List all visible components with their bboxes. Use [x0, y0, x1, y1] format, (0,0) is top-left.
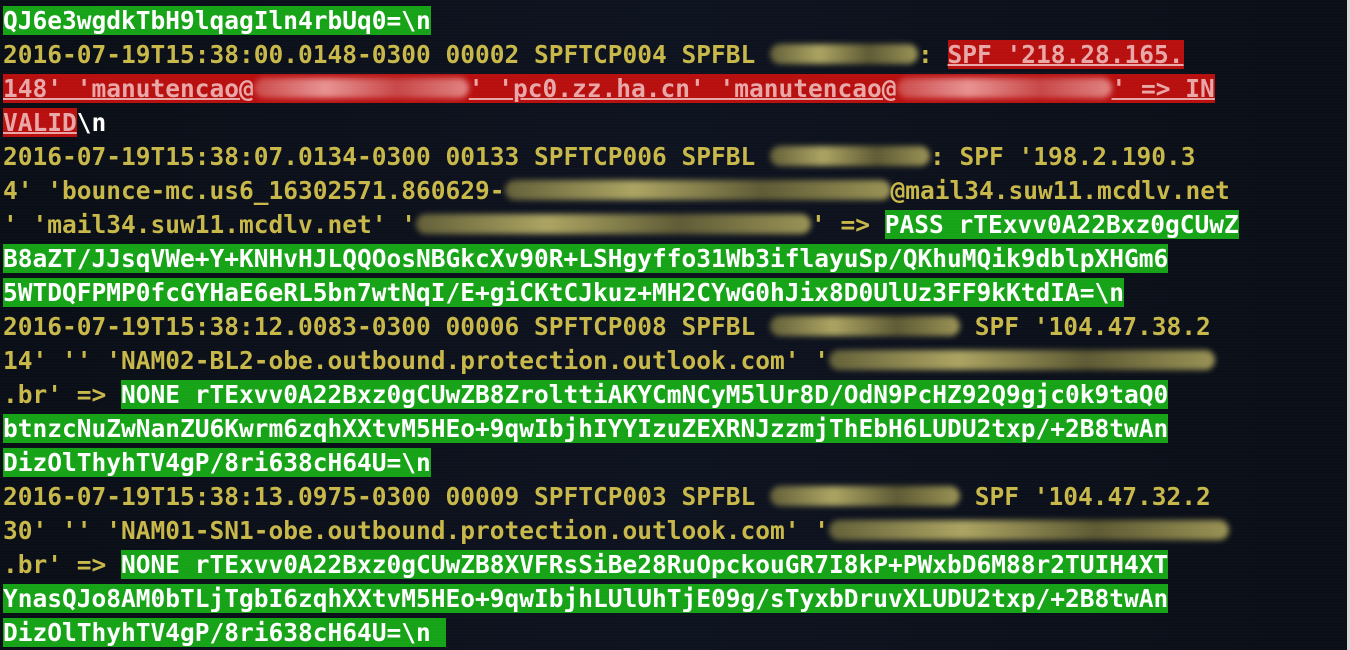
log-header: 2016-07-19T15:38:12.0083-0300 00006 SPFT…	[3, 312, 771, 341]
redacted-address	[829, 520, 1230, 540]
spf-pass-result: PASS rTExvv0A22Bxz0gCUwZ	[884, 210, 1239, 239]
log-line: .br' => NONE rTExvv0A22Bxz0gCUwZB8Zroltt…	[3, 380, 1169, 409]
log-line: 14' '' 'NAM02-BL2-obe.outbound.protectio…	[3, 344, 1216, 378]
spf-invalid-result: SPF '218.28.165.	[947, 40, 1184, 69]
log-line: 2016-07-19T15:38:07.0134-0300 00133 SPFT…	[3, 142, 1196, 171]
redacted-ip	[770, 316, 961, 336]
ticket-text: QJ6e3wgdkTbH9lqagIln4rbUq0=\n	[3, 6, 431, 35]
terminal-window[interactable]: QJ6e3wgdkTbH9lqagIln4rbUq0=\n 2016-07-19…	[0, 0, 1350, 650]
log-line: 148' 'manutencao@ ' 'pc0.zz.ha.cn' 'manut…	[3, 74, 1215, 103]
log-line: 5WTDQFPMP0fcGYHaE6eRL5bn7wtNqI/E+giCKtCJ…	[3, 278, 1125, 307]
log-line: .br' => NONE rTExvv0A22Bxz0gCUwZB8XVFRsS…	[3, 550, 1169, 579]
redacted-ip	[770, 146, 931, 166]
log-line: 2016-07-19T15:38:00.0148-0300 00002 SPFT…	[3, 40, 1184, 69]
log-line: 2016-07-19T15:38:12.0083-0300 00006 SPFT…	[3, 312, 1211, 341]
log-line: btnzcNuZwNanZU6Kwrm6zqhXXtvM5HEo+9qwIbjh…	[3, 414, 1169, 443]
redacted-ip	[770, 486, 961, 506]
redacted-domain	[253, 78, 469, 98]
redacted-domain	[896, 78, 1112, 98]
redacted-ip	[770, 44, 919, 64]
log-line: QJ6e3wgdkTbH9lqagIln4rbUq0=\n	[3, 4, 431, 38]
log-line: YnasQJo8AM0bTLjTgbI6zqhXXtvM5HEo+9qwIbjh…	[3, 584, 1169, 613]
log-header: 2016-07-19T15:38:00.0148-0300 00002 SPFT…	[3, 40, 771, 69]
log-header: 2016-07-19T15:38:13.0975-0300 00009 SPFT…	[3, 482, 771, 511]
log-header: 2016-07-19T15:38:07.0134-0300 00133 SPFT…	[3, 142, 771, 171]
log-line: 4' 'bounce-mc.us6_16302571.860629- @mail3…	[3, 176, 1230, 205]
log-line: DizOlThyhTV4gP/8ri638cH64U=\n	[3, 618, 446, 647]
log-line: 2016-07-19T15:38:13.0975-0300 00009 SPFT…	[3, 482, 1211, 511]
redacted-address	[504, 180, 891, 200]
log-line: 30' '' 'NAM01-SN1-obe.outbound.protectio…	[3, 514, 1230, 548]
log-line: ' 'mail34.suw11.mcdlv.net' ' ' => PASS rT…	[3, 210, 1239, 239]
log-line: DizOlThyhTV4gP/8ri638cH64U=\n	[3, 448, 431, 477]
redacted-address	[829, 350, 1216, 370]
redacted-address	[416, 214, 812, 234]
spf-none-result: NONE rTExvv0A22Bxz0gCUwZB8XVFRsSiBe28RuO…	[121, 550, 1169, 579]
log-line: VALID\n	[3, 108, 107, 137]
log-line: B8aZT/JJsqVWe+Y+KNHvHJLQQOosNBGkcXv90R+L…	[3, 244, 1169, 273]
spf-none-result: NONE rTExvv0A22Bxz0gCUwZB8ZrolttiAKYCmNC…	[121, 380, 1169, 409]
